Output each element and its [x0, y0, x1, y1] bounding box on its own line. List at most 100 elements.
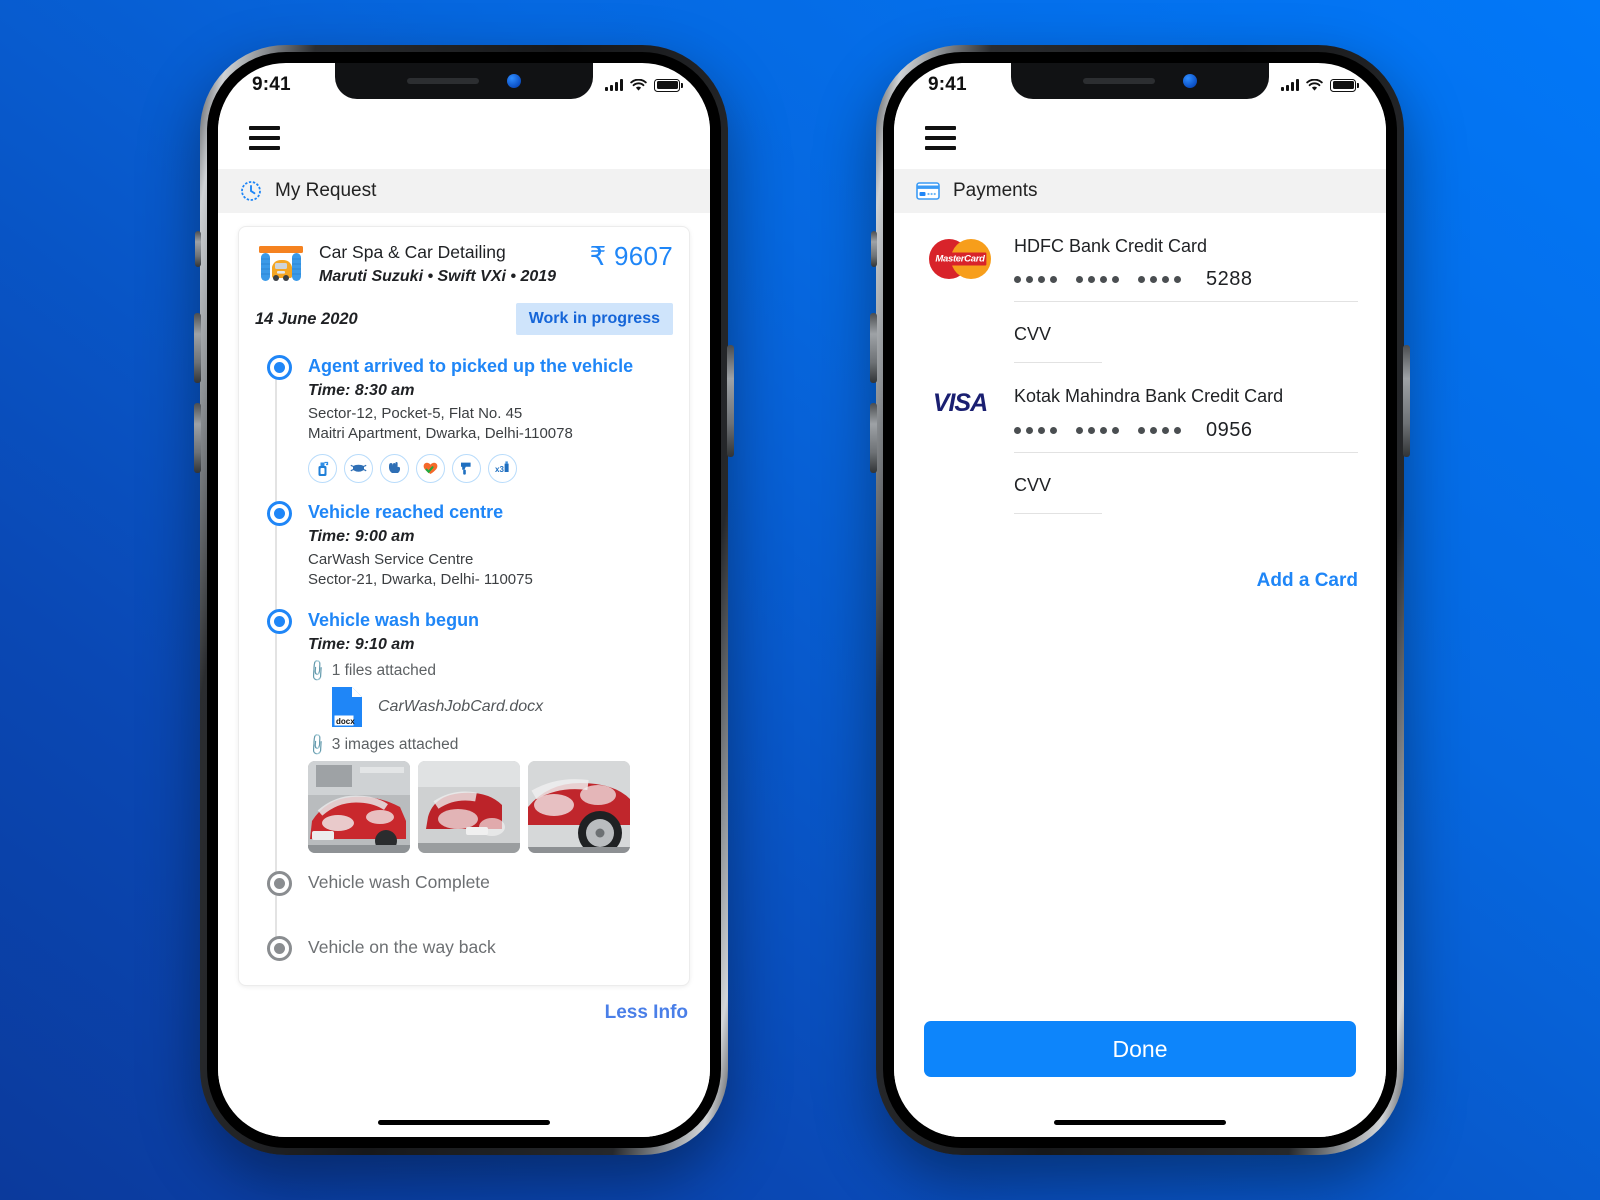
less-info-link[interactable]: Less Info: [605, 1002, 688, 1023]
phone-right-screen: 9:41 Payments MasterCard HDFC Bank Credi…: [894, 63, 1386, 1137]
cvv-label: CVV: [1014, 324, 1052, 345]
done-button-container: Done: [894, 1021, 1386, 1077]
request-meta-row: 14 June 2020 Work in progress: [255, 303, 673, 335]
gloves-icon: [380, 453, 409, 483]
timeline-item[interactable]: Vehicle reached centre Time: 9:00 am Car…: [263, 500, 673, 609]
nav-bar-right: [894, 107, 1386, 169]
status-indicators: [1281, 78, 1359, 92]
timeline-title: Agent arrived to picked up the vehicle: [308, 356, 634, 376]
paperclip-icon: 📎: [304, 658, 330, 684]
timeline-time: Time: 9:00 am: [308, 527, 415, 545]
attached-file-item[interactable]: docx CarWashJobCard.docx: [308, 686, 673, 728]
home-indicator[interactable]: [378, 1120, 550, 1125]
files-attached-row: 📎 1 files attached: [304, 658, 673, 683]
timeline-dot-pending: [267, 870, 292, 896]
mute-switch[interactable]: [871, 231, 877, 267]
mastercard-logo-icon: MasterCard: [922, 235, 998, 279]
address-line-1: Sector-12, Pocket-5, Flat No. 45: [308, 404, 523, 422]
car-wash-icon: [255, 243, 307, 289]
add-a-card-link[interactable]: Add a Card: [1257, 570, 1358, 591]
images-attached-row: 📎 3 images attached: [304, 732, 673, 757]
hamburger-icon[interactable]: [925, 126, 956, 150]
masked-group: [1014, 276, 1057, 284]
cvv-input[interactable]: [1014, 362, 1102, 364]
timeline-dot-done: [267, 608, 292, 634]
phone-left-screen: 9:41 My Request Car Spa & Car Detailing …: [218, 63, 710, 1137]
timeline-title: Vehicle reached centre: [308, 501, 504, 522]
timeline-body: Vehicle on the way back: [308, 936, 673, 961]
hamburger-icon[interactable]: [249, 126, 280, 150]
cvv-input[interactable]: [1014, 512, 1102, 514]
vehicle-info: Maruti Suzuki • Swift VXi • 2019: [319, 267, 557, 285]
section-header-payments: Payments: [894, 169, 1386, 213]
front-camera-icon: [1183, 74, 1197, 88]
price-amount: ₹ 9607: [589, 241, 673, 271]
nav-bar-left: [218, 107, 710, 169]
volume-down-button[interactable]: [194, 403, 201, 473]
timeline-body: Vehicle wash begun Time: 9:10 am 📎 1 fil…: [304, 609, 673, 853]
mastercard-label: MasterCard: [933, 252, 987, 266]
payments-scroll-area[interactable]: MasterCard HDFC Bank Credit Card 5288 CV…: [894, 213, 1386, 1137]
masked-group: [1138, 276, 1181, 284]
files-attached-label: 1 files attached: [331, 661, 436, 679]
timeline-item[interactable]: Vehicle on the way back: [263, 935, 673, 967]
paperclip-icon: 📎: [304, 732, 330, 758]
card-fields: HDFC Bank Credit Card 5288 CVV: [1014, 235, 1358, 364]
timeline-item[interactable]: Agent arrived to picked up the vehicle T…: [263, 355, 673, 501]
card-number-underline: [1014, 451, 1358, 453]
timeline-title: Vehicle on the way back: [308, 936, 496, 957]
card-fields: Kotak Mahindra Bank Credit Card 0956 CVV: [1014, 385, 1358, 514]
timeline-item[interactable]: Vehicle wash Complete: [263, 870, 673, 936]
add-card-row: Add a Card: [894, 514, 1386, 592]
svg-text:docx: docx: [336, 717, 355, 726]
volume-down-button[interactable]: [870, 403, 877, 473]
health-check-icon: [416, 453, 445, 483]
disinfect-x3-icon: x3: [488, 453, 517, 483]
section-title: Payments: [953, 180, 1038, 201]
safety-measures-row: x3: [308, 453, 673, 483]
volume-up-button[interactable]: [870, 313, 877, 383]
status-indicators: [605, 78, 683, 92]
docx-file-icon: docx: [330, 686, 364, 728]
visa-label: VISA: [932, 389, 988, 418]
thumbnail-car-foam-rear[interactable]: [418, 760, 520, 853]
timeline-body: Vehicle reached centre Time: 9:00 am Car…: [308, 501, 673, 591]
timeline-dot-done: [267, 500, 292, 526]
request-date: 14 June 2020: [255, 309, 358, 328]
address-line-1: CarWash Service Centre: [308, 550, 474, 568]
request-card-header: Car Spa & Car Detailing Maruti Suzuki • …: [255, 241, 673, 289]
address-line-2: Sector-21, Dwarka, Delhi- 110075: [308, 571, 533, 589]
saved-card-item[interactable]: MasterCard HDFC Bank Credit Card 5288 CV…: [922, 235, 1358, 364]
visa-logo-icon: VISA: [922, 385, 998, 418]
thumbnail-car-foam-front-left[interactable]: [308, 760, 410, 853]
app-left: My Request Car Spa & Car Detailing Marut…: [218, 63, 710, 1137]
volume-up-button[interactable]: [194, 313, 201, 383]
notch: [335, 63, 593, 99]
attached-file-name: CarWashJobCard.docx: [378, 697, 544, 715]
mute-switch[interactable]: [195, 231, 201, 267]
phone-right: 9:41 Payments MasterCard HDFC Bank Credi…: [870, 45, 1410, 1155]
timeline-body: Agent arrived to picked up the vehicle T…: [308, 355, 673, 483]
saved-card-item[interactable]: VISA Kotak Mahindra Bank Credit Card 095…: [922, 385, 1358, 514]
thumbnail-car-foam-wheel[interactable]: [528, 760, 630, 853]
service-title: Car Spa & Car Detailing: [319, 242, 506, 262]
clock-icon: [241, 181, 261, 201]
request-scroll-area[interactable]: Car Spa & Car Detailing Maruti Suzuki • …: [218, 213, 710, 1137]
mask-icon: [344, 453, 373, 483]
credit-card-icon: [916, 182, 940, 200]
address-line-2: Maitri Apartment, Dwarka, Delhi-110078: [308, 425, 573, 443]
cellular-signal-icon: [1281, 79, 1299, 91]
done-button[interactable]: Done: [924, 1021, 1356, 1077]
request-card: Car Spa & Car Detailing Maruti Suzuki • …: [238, 226, 690, 986]
section-title: My Request: [275, 180, 377, 201]
timeline-item[interactable]: Vehicle wash begun Time: 9:10 am 📎 1 fil…: [263, 608, 673, 871]
card-name: HDFC Bank Credit Card: [1014, 236, 1208, 256]
home-indicator[interactable]: [1054, 1120, 1226, 1125]
power-button[interactable]: [727, 345, 734, 457]
card-last4: 5288: [1206, 268, 1253, 291]
masked-group: [1076, 426, 1119, 434]
status-timeline: Agent arrived to picked up the vehicle T…: [255, 355, 673, 967]
power-button[interactable]: [1403, 345, 1410, 457]
battery-icon: [1330, 78, 1359, 92]
masked-group: [1138, 426, 1181, 434]
